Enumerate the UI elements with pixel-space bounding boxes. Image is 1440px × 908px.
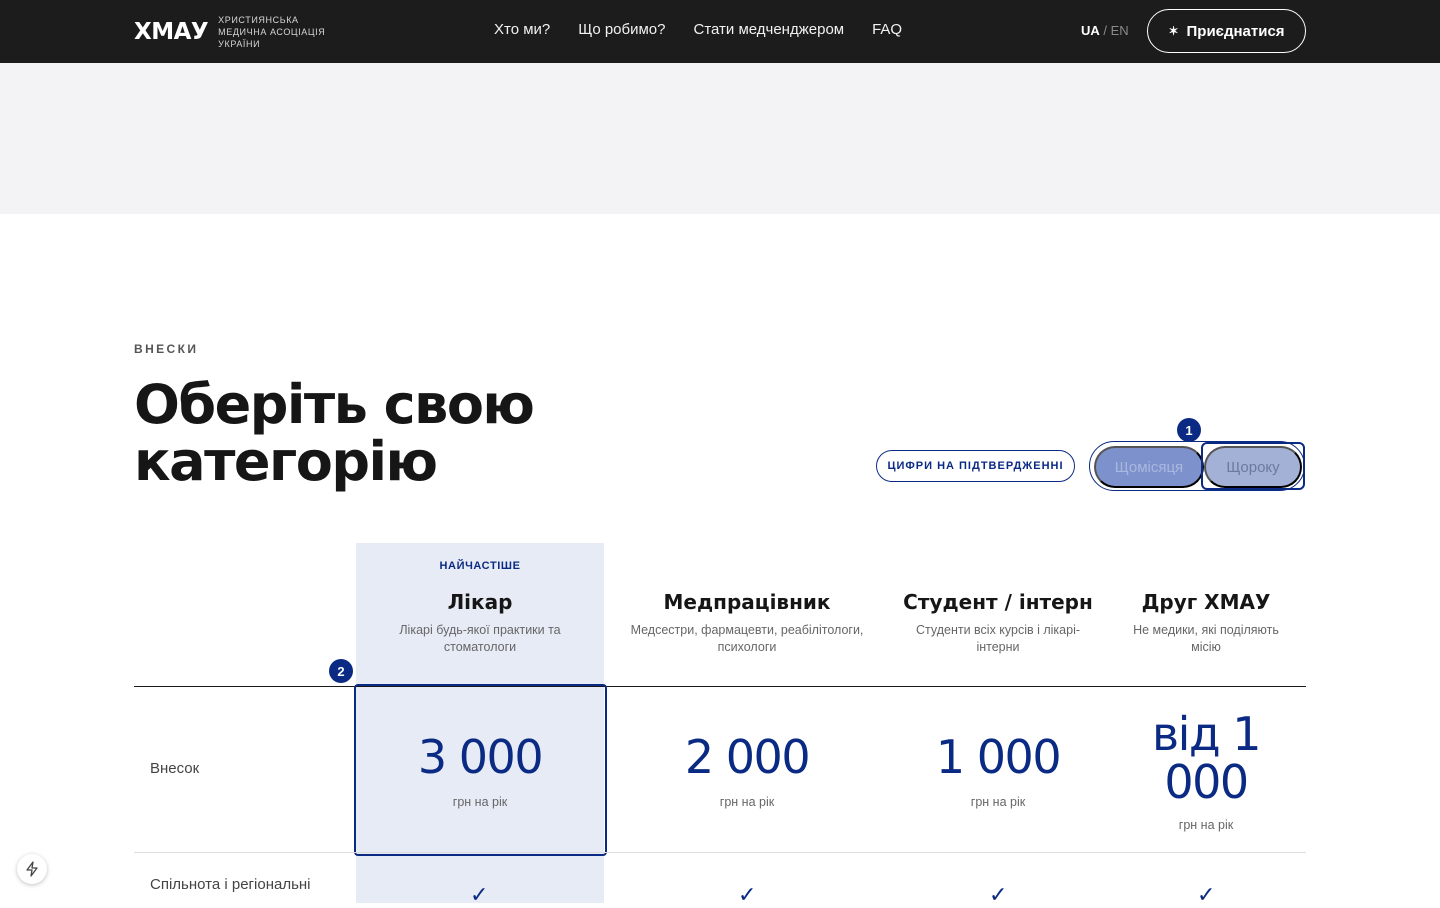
- price-value: 1 000: [935, 730, 1062, 784]
- annotation-marker-2: 2: [329, 659, 353, 683]
- check-icon: ✓: [1197, 882, 1216, 907]
- price-unit: грн на рік: [970, 795, 1026, 809]
- plan-description: Студенти всіх курсів і лікарі-інтерни: [915, 623, 1081, 654]
- price-unit: грн на рік: [719, 795, 775, 809]
- verification-badge: ЦИФРИ НА ПІДТВЕРДЖЕННІ: [876, 450, 1075, 482]
- price-value: 2 000: [684, 730, 811, 784]
- language-switcher: UA / EN: [1081, 23, 1129, 38]
- logo-subtitle: ХРИСТИЯНСЬКА МЕДИЧНА АСОЦІАЦІЯ УКРАЇНИ: [218, 15, 326, 49]
- yearly-focus-outline: [1201, 442, 1305, 490]
- star-icon: ✶: [1168, 24, 1179, 38]
- nav-link-what-we-do[interactable]: Що робимо?: [578, 21, 665, 38]
- toggle-monthly[interactable]: Щомісяця: [1094, 446, 1204, 488]
- price-cell-student[interactable]: 1 000 грн на рік: [890, 733, 1106, 809]
- plan-header-medworker: Медпрацівник Медсестри, фармацевти, реаб…: [620, 560, 874, 656]
- check-icon: ✓: [470, 882, 489, 907]
- table-header-divider: [134, 686, 1306, 687]
- plan-name: Медпрацівник: [663, 590, 831, 614]
- plan-description: Не медики, які поділяють місію: [1133, 623, 1279, 654]
- plan-header-doctor: НАЙЧАСТІШЕ Лікар Лікарі будь-якої практи…: [356, 560, 604, 656]
- plan-name: Лікар: [447, 590, 513, 614]
- row-label-community: Спільнота і регіональні: [150, 876, 311, 893]
- price-focus-outline: [354, 684, 607, 856]
- price-cell-medworker[interactable]: 2 000 грн на рік: [620, 733, 874, 809]
- annotation-marker-1: 1: [1177, 418, 1201, 442]
- nav-link-who-we-are[interactable]: Хто ми?: [494, 21, 550, 38]
- price-cell-friend[interactable]: від 1 000 грн на рік: [1140, 710, 1272, 832]
- check-icon: ✓: [738, 882, 757, 907]
- site-logo[interactable]: ХМАУ ХРИСТИЯНСЬКА МЕДИЧНА АСОЦІАЦІЯ УКРА…: [134, 14, 325, 50]
- hero-band: [0, 63, 1440, 214]
- plan-badge: [620, 560, 874, 578]
- join-button-label: Приєднатися: [1186, 22, 1285, 40]
- section-title: Оберіть свою категорію: [134, 373, 535, 493]
- logo-mark: ХМАУ: [134, 19, 209, 45]
- check-icon: ✓: [989, 882, 1008, 907]
- plan-name: Друг ХМАУ: [1141, 590, 1271, 614]
- plan-badge: [1120, 560, 1292, 578]
- row-label-fee: Внесок: [150, 760, 200, 777]
- plan-description: Лікарі будь-якої практики та стоматологи: [399, 623, 561, 654]
- lang-separator: /: [1099, 23, 1111, 38]
- nav-link-become-medchanger[interactable]: Стати медченджером: [693, 21, 844, 38]
- top-navigation-bar: ХМАУ ХРИСТИЯНСЬКА МЕДИЧНА АСОЦІАЦІЯ УКРА…: [0, 0, 1440, 63]
- join-button[interactable]: ✶ Приєднатися: [1147, 9, 1306, 53]
- lightning-icon[interactable]: [17, 854, 47, 884]
- nav-link-faq[interactable]: FAQ: [872, 21, 902, 38]
- table-row-divider: [134, 852, 1306, 853]
- lang-ua[interactable]: UA: [1081, 23, 1100, 38]
- plan-badge: НАЙЧАСТІШЕ: [439, 560, 521, 572]
- price-unit: грн на рік: [1178, 818, 1234, 832]
- lang-en[interactable]: EN: [1111, 23, 1129, 38]
- plan-description: Медсестри, фармацевти, реабілітологи, пс…: [630, 623, 864, 654]
- price-value: від 1 000: [1151, 707, 1262, 809]
- plan-name: Студент / інтерн: [903, 590, 1093, 614]
- plan-header-student: Студент / інтерн Студенти всіх курсів і …: [890, 560, 1106, 656]
- plan-badge: [890, 560, 1106, 578]
- main-nav: Хто ми? Що робимо? Стати медченджером FA…: [494, 21, 902, 38]
- section-eyebrow: ВНЕСКИ: [134, 342, 199, 356]
- plan-header-friend: Друг ХМАУ Не медики, які поділяють місію: [1120, 560, 1292, 656]
